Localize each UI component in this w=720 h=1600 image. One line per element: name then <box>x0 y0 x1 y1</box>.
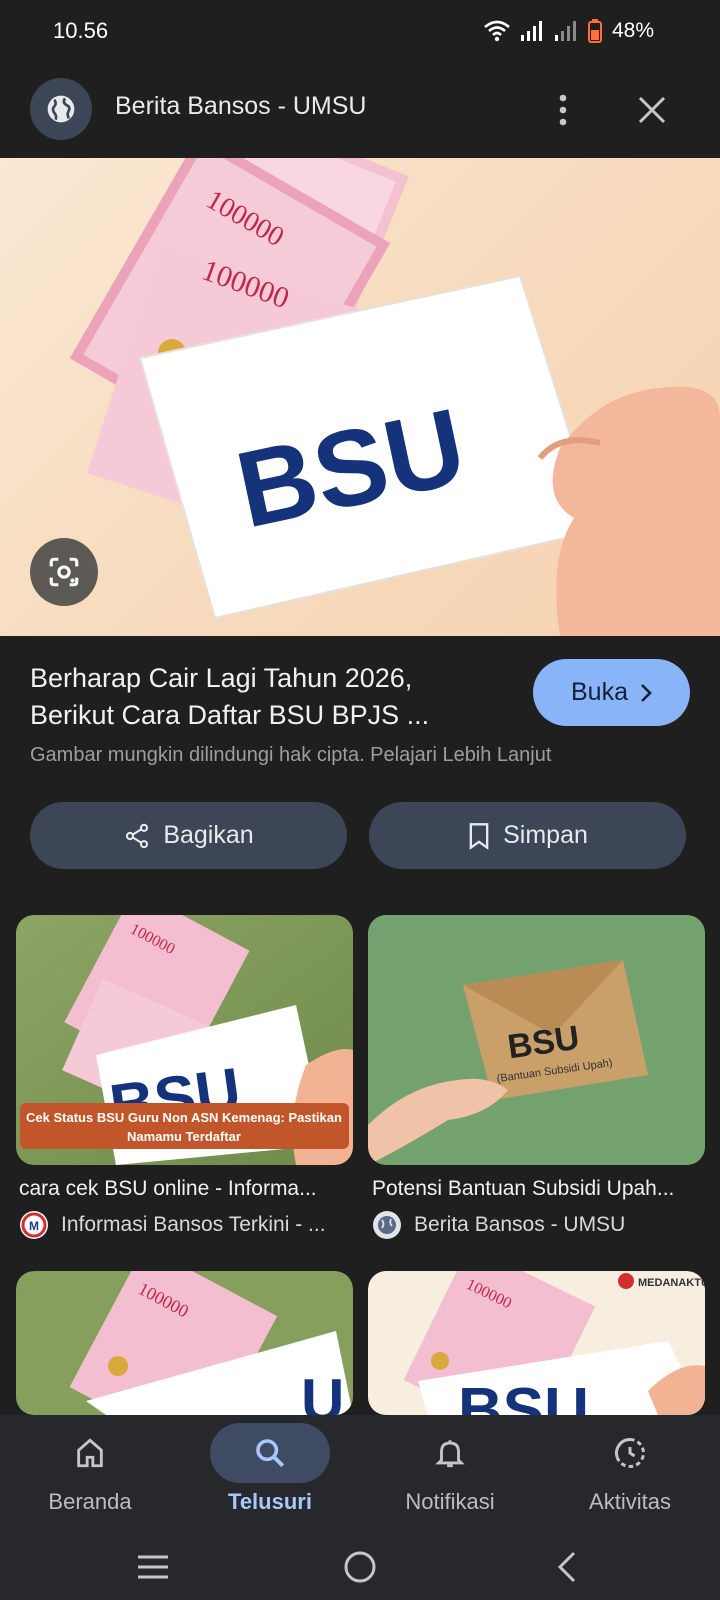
nav-beranda[interactable]: Beranda <box>0 1415 180 1525</box>
related-image: 100000 U <box>16 1271 353 1415</box>
more-vert-icon <box>559 94 567 126</box>
bookmark-icon <box>469 822 489 850</box>
battery-icon <box>587 19 602 43</box>
related-title[interactable]: cara cek BSU online - Informa... <box>19 1177 349 1201</box>
related-source[interactable]: M Informasi Bansos Terkini - ... <box>19 1210 359 1240</box>
battery-percent: 48% <box>611 19 654 42</box>
nav-aktivitas[interactable]: Aktivitas <box>540 1415 720 1525</box>
globe-icon <box>47 95 75 123</box>
related-source-name: Informasi Bansos Terkini - ... <box>61 1213 326 1236</box>
copyright-notice[interactable]: Gambar mungkin dilindungi hak cipta. Pel… <box>30 744 551 767</box>
result-title-line2: Berikut Cara Daftar BSU BPJS ... <box>30 700 430 730</box>
result-title-line1: Berharap Cair Lagi Tahun 2026, <box>30 663 413 693</box>
back-chevron-icon <box>557 1551 576 1583</box>
open-button[interactable]: Buka <box>533 659 690 726</box>
related-card[interactable]: 100000 U <box>16 1271 353 1415</box>
related-image: 100000 BSU Cek Status BSU Guru Non ASN K… <box>16 915 353 1165</box>
main-image[interactable]: 100000 100000 BSU <box>0 158 720 636</box>
nav-notifikasi[interactable]: Notifikasi <box>360 1415 540 1525</box>
card-watermark: MEDANAKTUA <box>638 1277 705 1289</box>
related-title[interactable]: Potensi Bantuan Subsidi Upah... <box>372 1177 702 1201</box>
wifi-icon <box>484 20 510 42</box>
bottom-navigation: Beranda Telusuri Notifikasi Aktivitas <box>0 1415 720 1535</box>
status-icons: 48% <box>484 19 654 43</box>
related-source-name: Berita Bansos - UMSU <box>414 1213 626 1236</box>
source-globe-button[interactable] <box>30 78 92 140</box>
more-options-button[interactable] <box>545 88 581 132</box>
nav-label: Notifikasi <box>405 1489 495 1514</box>
share-label: Bagikan <box>163 821 254 849</box>
home-icon <box>77 1438 103 1468</box>
nav-label: Aktivitas <box>589 1489 671 1514</box>
signal-weak-icon <box>554 21 576 41</box>
nav-label: Beranda <box>48 1489 132 1514</box>
google-lens-button[interactable] <box>30 538 98 606</box>
search-icon <box>256 1439 285 1468</box>
home-button[interactable] <box>330 1547 390 1587</box>
source-favicon-icon: M <box>20 1211 48 1239</box>
card-bsu-text: BSU <box>458 1376 589 1415</box>
close-button[interactable] <box>630 88 674 132</box>
system-navigation <box>0 1535 720 1600</box>
recents-button[interactable] <box>123 1547 183 1587</box>
history-icon <box>615 1437 645 1468</box>
lens-icon <box>49 557 79 587</box>
save-button[interactable]: Simpan <box>369 802 686 869</box>
share-button[interactable]: Bagikan <box>30 802 347 869</box>
related-card[interactable]: BSU (Bantuan Subsidi Upah) <box>368 915 705 1165</box>
bsu-envelope-illustration: 100000 100000 BSU <box>69 158 720 636</box>
related-image: MEDANAKTUA 100000 BSU <box>368 1271 705 1415</box>
related-card[interactable]: MEDANAKTUA 100000 BSU <box>368 1271 705 1415</box>
related-image: BSU (Bantuan Subsidi Upah) <box>368 915 705 1165</box>
card-banner-line2: Namamu Terdaftar <box>127 1129 241 1144</box>
related-source[interactable]: Berita Bansos - UMSU <box>372 1210 712 1240</box>
chevron-right-icon <box>641 683 652 702</box>
open-label: Buka <box>571 678 628 706</box>
status-bar: 10.56 48% <box>0 0 720 62</box>
menu-icon <box>138 1555 168 1579</box>
related-card[interactable]: 100000 BSU Cek Status BSU Guru Non ASN K… <box>16 915 353 1165</box>
status-time: 10.56 <box>53 18 109 43</box>
nav-telusuri[interactable]: Telusuri <box>180 1415 360 1525</box>
back-button[interactable] <box>537 1547 597 1587</box>
globe-favicon-icon <box>373 1211 401 1239</box>
source-title: Berita Bansos - UMSU <box>115 92 367 120</box>
svg-text:M: M <box>29 1219 39 1233</box>
save-label: Simpan <box>503 821 588 849</box>
bell-icon <box>435 1440 465 1468</box>
viewer-topbar: Berita Bansos - UMSU <box>0 70 720 150</box>
result-title[interactable]: Berharap Cair Lagi Tahun 2026, Berikut C… <box>30 660 500 734</box>
signal-icon <box>520 21 542 41</box>
nav-label: Telusuri <box>228 1489 312 1514</box>
share-icon <box>126 823 149 848</box>
card-bsu-text: U <box>301 1367 344 1415</box>
close-icon <box>638 96 666 124</box>
circle-home-icon <box>344 1551 376 1583</box>
card-banner-line1: Cek Status BSU Guru Non ASN Kemenag: Pas… <box>26 1110 342 1125</box>
